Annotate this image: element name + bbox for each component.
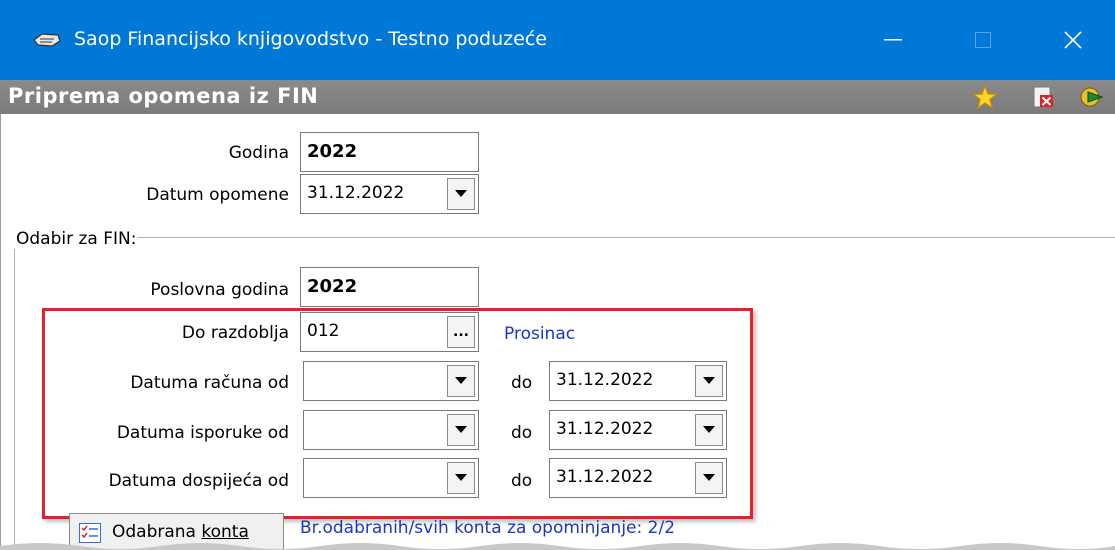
datum-opomene-label: Datum opomene	[146, 185, 289, 205]
odabrana-konta-label-underlined: konta	[201, 522, 249, 542]
chevron-down-icon	[703, 474, 715, 481]
maximize-icon	[975, 32, 991, 48]
do-razdoblja-value: 012	[307, 321, 340, 341]
datuma-isporuke-to-value: 31.12.2022	[556, 419, 654, 439]
page-header: Priprema opomena iz FIN	[0, 80, 1115, 114]
star-icon[interactable]	[972, 84, 998, 110]
window-title: Saop Financijsko knjigovodstvo - Testno …	[74, 28, 547, 50]
torn-edge	[0, 543, 1115, 550]
konta-info: Br.odabranih/svih konta za opominjanje: …	[300, 518, 676, 538]
minimize-icon	[884, 39, 902, 41]
group-legend: Odabir za FIN:	[14, 229, 139, 249]
datuma-dospijeca-label: Datuma dospijeća od	[108, 471, 289, 491]
close-icon	[1064, 31, 1082, 49]
cancel-doc-icon[interactable]	[1030, 84, 1056, 110]
datuma-isporuke-do-label: do	[511, 423, 533, 443]
datum-opomene-value: 31.12.2022	[307, 183, 405, 203]
poslovna-godina-value: 2022	[307, 276, 358, 297]
datuma-isporuke-to-input[interactable]: 31.12.2022	[549, 410, 727, 450]
datuma-dospijeca-to-value: 31.12.2022	[556, 467, 654, 487]
chevron-down-icon	[703, 426, 715, 433]
datuma-racuna-to-input[interactable]: 31.12.2022	[549, 361, 727, 401]
run-icon[interactable]	[1080, 84, 1106, 110]
datuma-racuna-do-label: do	[511, 373, 533, 393]
chevron-down-icon	[455, 190, 467, 197]
chevron-down-icon	[455, 377, 467, 384]
datum-opomene-input[interactable]: 31.12.2022	[300, 174, 479, 214]
window-titlebar: Saop Financijsko knjigovodstvo - Testno …	[0, 0, 1115, 80]
app-icon	[33, 33, 61, 47]
godina-input[interactable]: 2022	[300, 132, 479, 172]
datuma-racuna-to-value: 31.12.2022	[556, 370, 654, 390]
poslovna-godina-label: Poslovna godina	[150, 280, 289, 300]
datuma-dospijeca-from-input[interactable]	[303, 458, 479, 498]
datuma-isporuke-to-dropdown[interactable]	[695, 414, 723, 446]
datuma-dospijeca-to-input[interactable]: 31.12.2022	[549, 458, 727, 498]
do-razdoblja-input[interactable]: 012 ...	[300, 312, 479, 352]
do-razdoblja-resolved: Prosinac	[504, 324, 576, 344]
datuma-racuna-from-input[interactable]	[303, 361, 479, 401]
close-button[interactable]	[1048, 22, 1098, 58]
chevron-down-icon	[703, 377, 715, 384]
godina-label: Godina	[228, 143, 289, 163]
datuma-isporuke-from-input[interactable]	[303, 410, 479, 450]
godina-value: 2022	[307, 141, 358, 162]
minimize-button[interactable]	[868, 22, 918, 58]
do-razdoblja-label: Do razdoblja	[181, 323, 289, 343]
chevron-down-icon	[455, 426, 467, 433]
group-border	[80, 237, 1115, 238]
page-title: Priprema opomena iz FIN	[8, 84, 319, 108]
datuma-isporuke-from-dropdown[interactable]	[447, 414, 475, 446]
datuma-dospijeca-to-dropdown[interactable]	[695, 462, 723, 494]
odabrana-konta-label: Odabrana konta	[112, 522, 249, 542]
poslovna-godina-input[interactable]: 2022	[300, 267, 479, 307]
group-border-left	[14, 237, 15, 550]
datuma-dospijeca-from-dropdown[interactable]	[447, 462, 475, 494]
datuma-racuna-label: Datuma računa od	[130, 373, 289, 393]
datuma-isporuke-label: Datuma isporuke od	[116, 423, 289, 443]
chevron-down-icon	[455, 474, 467, 481]
odabrana-konta-label-prefix: Odabrana	[112, 522, 202, 542]
window-border	[0, 114, 1, 550]
maximize-button[interactable]	[958, 22, 1008, 58]
datuma-dospijeca-do-label: do	[511, 471, 533, 491]
datuma-racuna-from-dropdown[interactable]	[447, 365, 475, 397]
datum-opomene-dropdown[interactable]	[447, 178, 475, 210]
datuma-racuna-to-dropdown[interactable]	[695, 365, 723, 397]
do-razdoblja-browse-button[interactable]: ...	[447, 316, 475, 348]
